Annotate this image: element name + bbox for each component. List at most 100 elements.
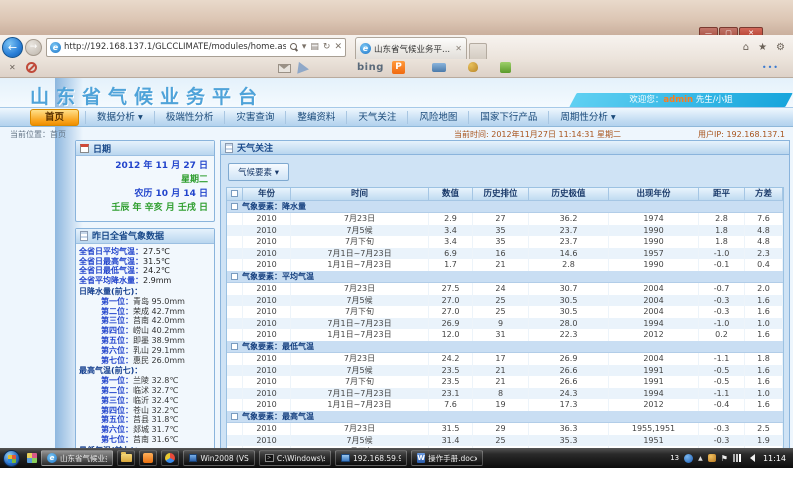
nav-item[interactable]: 灾害查询 — [224, 111, 285, 124]
rank-value[interactable]: 苍山 32.2℃ — [133, 406, 178, 416]
refresh-icon[interactable]: ↻ — [323, 42, 331, 52]
addon-puzzle-icon[interactable] — [500, 62, 511, 73]
group-header-row[interactable]: 气象要素：最高气温 — [227, 411, 783, 423]
rank-value[interactable]: 即墨 38.9mm — [133, 336, 185, 346]
table-row[interactable]: 2010 7月5候 3.4 35 23.7 1990 1.8 4.8 — [227, 225, 783, 237]
paw-addon-icon[interactable] — [468, 62, 478, 72]
more-options-icon[interactable]: ••• — [762, 63, 779, 72]
table-row[interactable]: 2010 7月下旬 27.0 25 30.5 2004 -0.3 1.6 — [227, 306, 783, 318]
table-row[interactable]: 2010 1月1日~7月23日 1.7 21 2.8 1990 -0.1 0.4 — [227, 259, 783, 271]
tab-close-icon[interactable]: ✕ — [452, 44, 462, 53]
checkbox-icon[interactable] — [231, 273, 238, 280]
tools-icon[interactable]: ⚙ — [776, 42, 785, 53]
checkbox-icon[interactable] — [231, 190, 238, 197]
main-content: 天气关注 气候要素 ▾ 年份 时间 数值 历史排位 历史极值 出现年份 距平 方… — [220, 140, 790, 448]
back-button[interactable]: ← — [2, 37, 23, 58]
search-icon[interactable] — [290, 43, 298, 51]
nav-item[interactable]: 风险地图 — [407, 111, 468, 124]
browser-tab[interactable]: e 山东省气候业务平... ✕ — [355, 37, 467, 59]
cell-value: 27.0 — [429, 306, 473, 318]
checkbox-icon[interactable] — [231, 413, 238, 420]
rank-value[interactable]: 临沭 32.7℃ — [133, 386, 178, 396]
table-row[interactable]: 2010 7月5候 27.0 25 30.5 2004 -0.3 1.6 — [227, 295, 783, 307]
checkbox-icon[interactable] — [231, 343, 238, 350]
taskbar-rdp-window[interactable]: 192.168.59.99... — [335, 450, 407, 466]
compatibility-view-icon[interactable]: ▤ — [310, 42, 319, 52]
home-icon[interactable]: ⌂ — [743, 42, 749, 53]
table-row[interactable]: 2010 7月1日~7月23日 23.1 8 24.3 1994 -1.1 1.… — [227, 388, 783, 400]
table-row[interactable]: 2010 7月23日 24.2 17 26.9 2004 -1.1 1.8 — [227, 353, 783, 365]
action-center-icon[interactable]: ⚑ — [721, 454, 728, 463]
table-row[interactable]: 2010 7月下旬 23.5 21 26.6 1991 -0.5 1.6 — [227, 376, 783, 388]
send-icon[interactable] — [297, 62, 316, 76]
rank-value[interactable]: 惠民 26.0mm — [133, 356, 185, 366]
speaker-icon[interactable] — [746, 454, 755, 462]
snapshot-icon[interactable] — [432, 63, 446, 72]
group-header-row[interactable]: 气象要素：降水量 — [227, 201, 783, 213]
tab-title: 山东省气候业务平... — [374, 43, 452, 55]
checkbox-icon[interactable] — [231, 203, 238, 210]
taskbar-media-button[interactable] — [161, 450, 179, 466]
cell-time: 7月23日 — [291, 213, 429, 225]
rank-value[interactable]: 崂山 40.2mm — [133, 326, 185, 336]
rank-value[interactable]: 莒南 31.6℃ — [133, 435, 178, 445]
stat-row: 全省日平均气温： 27.5℃ — [79, 247, 211, 257]
start-button[interactable] — [3, 450, 20, 467]
block-icon[interactable] — [26, 62, 37, 73]
table-row[interactable]: 2010 7月23日 2.9 27 36.2 1974 2.8 7.6 — [227, 213, 783, 225]
taskbar-clock[interactable]: 11:14 — [763, 454, 786, 463]
cell-anomaly: -0.7 — [699, 283, 745, 295]
rank-value[interactable]: 乳山 29.1mm — [133, 346, 185, 356]
tray-app-icon[interactable] — [708, 454, 716, 462]
network-icon[interactable] — [733, 454, 741, 462]
table-row[interactable]: 2010 1月1日~7月23日 12.0 31 22.3 2012 0.2 1.… — [227, 329, 783, 341]
header-checkbox-cell[interactable] — [227, 188, 243, 201]
table-row[interactable]: 2010 7月23日 31.5 29 36.3 1955,1951 -0.3 2… — [227, 423, 783, 435]
nav-item[interactable]: 数据分析 ▾ — [85, 111, 154, 124]
taskbar-word-window[interactable]: W 操作手册.docx ... — [411, 450, 483, 466]
rank-value[interactable]: 莒县 31.8℃ — [133, 415, 178, 425]
group-header-row[interactable]: 气象要素：最低气温 — [227, 341, 783, 353]
group-header-row[interactable]: 气象要素：平均气温 — [227, 271, 783, 283]
favorites-icon[interactable]: ★ — [758, 42, 767, 53]
rank-value[interactable]: 青岛 95.0mm — [133, 297, 185, 307]
nav-item[interactable]: 天气关注 — [346, 111, 407, 124]
address-bar[interactable]: e http://192.168.137.1/GLCCLIMATE/module… — [46, 38, 346, 57]
row-spacer — [227, 213, 243, 225]
table-row[interactable]: 2010 7月23日 27.5 24 30.7 2004 -0.7 2.0 — [227, 283, 783, 295]
stop-icon[interactable]: ✕ — [334, 42, 342, 52]
forward-button[interactable]: → — [25, 39, 42, 56]
nav-item[interactable]: 首页 — [30, 109, 79, 126]
table-row[interactable]: 2010 7月1日~7月23日 26.9 9 28.0 1994 -1.0 1.… — [227, 318, 783, 330]
new-tab-button[interactable] — [469, 43, 487, 59]
address-dropdown-icon[interactable]: ▾ — [302, 42, 307, 52]
quick-launch-icon[interactable] — [27, 453, 37, 463]
climate-element-button[interactable]: 气候要素 ▾ — [228, 163, 289, 181]
rank-value[interactable]: 莒南 42.0mm — [133, 316, 185, 326]
bing-logo[interactable]: bing — [357, 62, 384, 73]
nav-item[interactable]: 国家下行产品 — [468, 111, 548, 124]
tray-input-icon[interactable] — [684, 454, 693, 463]
rank-value[interactable]: 荣成 42.7mm — [133, 307, 185, 317]
mail-icon[interactable] — [278, 64, 291, 73]
nav-item[interactable]: 周期性分析 ▾ — [548, 111, 626, 124]
nav-item[interactable]: 极端性分析 — [154, 111, 225, 124]
rank-value[interactable]: 郯城 31.7℃ — [133, 425, 178, 435]
nav-item[interactable]: 整编资料 — [285, 111, 346, 124]
plugin-icon[interactable]: P — [392, 61, 405, 74]
table-row[interactable]: 2010 1月1日~7月23日 7.6 19 17.3 2012 -0.4 1.… — [227, 399, 783, 411]
rank-value[interactable]: 兰陵 32.8℃ — [133, 376, 178, 386]
table-row[interactable]: 2010 7月1日~7月23日 6.9 16 14.6 1957 -1.0 2.… — [227, 248, 783, 260]
toolbar-close-icon[interactable]: ✕ — [9, 63, 16, 72]
table-row[interactable]: 2010 7月5候 23.5 21 26.6 1991 -0.5 1.6 — [227, 365, 783, 377]
address-url[interactable]: http://192.168.137.1/GLCCLIMATE/modules/… — [64, 42, 286, 52]
taskbar-ie-window[interactable]: e 山东省气候业务平... — [41, 450, 113, 466]
taskbar-app-button[interactable] — [139, 450, 157, 466]
table-row[interactable]: 2010 7月5候 31.4 25 35.3 1951 -0.3 1.9 — [227, 435, 783, 447]
taskbar-cmd-window[interactable]: > C:\Windows\s... — [259, 450, 331, 466]
rank-value[interactable]: 临沂 32.4℃ — [133, 396, 178, 406]
tray-show-hidden-icon[interactable]: ▲ — [698, 455, 703, 462]
table-row[interactable]: 2010 7月下旬 3.4 35 23.7 1990 1.8 4.8 — [227, 236, 783, 248]
taskbar-explorer-button[interactable] — [117, 450, 135, 466]
taskbar-vm-window[interactable]: Win2008 (VS2... — [183, 450, 255, 466]
